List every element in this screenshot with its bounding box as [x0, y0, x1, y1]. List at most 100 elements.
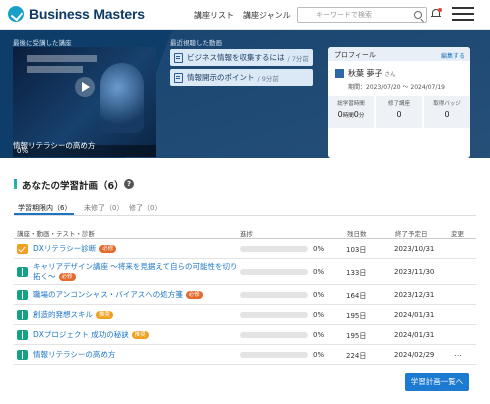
progress-bar: [240, 352, 308, 358]
stat-completed-courses: 修了講座 0: [376, 96, 422, 128]
stat-label: 取得バッジ: [433, 101, 461, 107]
search-input[interactable]: キーワードで検索: [297, 7, 427, 23]
profile-card: プロフィール 編集する 秋葉 夢子 さん 期間：2023/07/20 ～ 2024…: [328, 47, 470, 158]
due-date: 2024/01/31: [394, 311, 435, 319]
book-icon: [17, 330, 28, 340]
profile-period: 期間：2023/07/20 ～ 2024/07/19: [348, 84, 445, 91]
due-date: 2023/12/31: [394, 291, 435, 299]
days-left: 195日: [346, 312, 367, 320]
table-row: キャリアデザイン講座 ～将来を見据えて自らの可能性を切り拓く～ 必修 0% 133日 2…: [14, 259, 476, 285]
column-header-progress: 進捗: [240, 230, 253, 238]
recommended-badge: 推奨: [131, 331, 149, 339]
recent-video-label: ビジネス情報を収集するには: [187, 53, 285, 62]
thumbnail-deco: [27, 66, 83, 73]
checklist-icon: [17, 244, 28, 254]
table-row: 職場のアンコンシャス・バイアスへの処方箋 必修 0% 164日 2023/12/31: [14, 285, 476, 305]
course-title: 職場のアンコンシャス・バイアスへの処方箋: [33, 290, 183, 299]
search-placeholder: キーワードで検索: [316, 11, 372, 19]
required-badge: 必修: [58, 273, 76, 281]
course-link[interactable]: DXプロジェクト 成功の秘訣 推奨: [33, 330, 243, 340]
more-options-icon[interactable]: …: [454, 349, 462, 358]
profile-title: プロフィール: [334, 51, 376, 59]
course-link[interactable]: 創造的発想スキル 推奨: [33, 310, 243, 320]
course-link[interactable]: 情報リテラシーの高め方: [33, 350, 243, 360]
days-left: 133日: [346, 269, 367, 277]
column-header-course: 講座・動画・テスト・診断: [17, 230, 95, 238]
recent-videos-heading: 最近視聴した動画: [170, 39, 222, 47]
play-icon[interactable]: [75, 77, 95, 97]
notification-dot: [438, 8, 442, 12]
book-icon: [17, 310, 28, 320]
stat-value: 0: [444, 110, 450, 119]
progress-percent: 0%: [313, 351, 325, 359]
course-link[interactable]: キャリアデザイン講座 ～将来を見据えて自らの可能性を切り拓く～ 必修: [33, 262, 243, 282]
stat-label: 修了講座: [387, 101, 410, 107]
profile-name-suffix: さん: [384, 72, 396, 78]
recent-video-time: / 9分前: [257, 74, 279, 83]
nav-course-genre[interactable]: 講座ジャンル: [243, 10, 291, 21]
stat-label: 総学習時間: [337, 101, 365, 107]
days-left: 195日: [346, 332, 367, 340]
search-icon[interactable]: [414, 11, 422, 19]
notification-bell-icon[interactable]: [431, 8, 442, 19]
days-left: 224日: [346, 352, 367, 360]
progress-percent: 0%: [313, 311, 325, 319]
logo-text: Business Masters: [29, 6, 145, 22]
days-left: 164日: [346, 292, 367, 300]
due-date: 2023/10/31: [394, 245, 435, 253]
site-header: Business Masters 講座リスト 講座ジャンル キーワードで検索: [0, 0, 490, 30]
tab-incomplete[interactable]: 未修了（0）: [84, 203, 123, 213]
course-link[interactable]: DXリテラシー診断 必修: [33, 244, 243, 254]
required-badge: 必修: [185, 291, 203, 299]
progress-bar: [240, 246, 308, 252]
book-icon: [17, 350, 28, 360]
table-row: 創造的発想スキル 推奨 0% 195日 2024/01/31: [14, 305, 476, 325]
profile-header: プロフィール 編集する: [328, 47, 470, 61]
stat-value: 0時間0分: [337, 110, 365, 119]
table-row: DXリテラシー診断 必修 0% 103日 2023/10/31: [14, 239, 476, 259]
progress-bar: [240, 269, 308, 275]
profile-edit-link[interactable]: 編集する: [441, 51, 465, 60]
due-date: 2023/11/30: [394, 268, 435, 276]
tabs-divider: [14, 215, 476, 216]
tab-completed[interactable]: 修了（0）: [129, 203, 161, 213]
progress-bar: [240, 312, 308, 318]
section-marker: [14, 179, 17, 189]
tab-in-period[interactable]: 学習期限内（6）: [18, 203, 71, 213]
progress-percent: 0%: [313, 268, 325, 276]
course-link[interactable]: 職場のアンコンシャス・バイアスへの処方箋 必修: [33, 290, 243, 300]
help-icon[interactable]: ?: [124, 179, 134, 189]
recent-video-label: 情報開示のポイント: [187, 73, 255, 82]
hero-panel: 最後に受講した講座 0% 情報リテラシーの高め方 最近視聴した動画 ビジネス情報…: [0, 30, 490, 158]
column-header-days-left: 残日数: [347, 230, 367, 238]
recommended-badge: 推奨: [96, 311, 114, 319]
avatar-icon: [335, 69, 344, 78]
hamburger-menu-icon[interactable]: [452, 6, 476, 22]
profile-name: 秋葉 夢子 さん: [348, 68, 396, 79]
table-row: 情報リテラシーの高め方 0% 224日 2024/02/29 …: [14, 345, 476, 365]
course-title: DXプロジェクト 成功の秘訣: [33, 330, 129, 339]
last-course-title[interactable]: 情報リテラシーの高め方: [13, 140, 95, 151]
table-row: DXプロジェクト 成功の秘訣 推奨 0% 195日 2024/01/31: [14, 325, 476, 345]
plan-list-button[interactable]: 学習計画一覧へ: [405, 373, 469, 391]
document-icon: [174, 72, 183, 83]
thumbnail-figure: [100, 63, 144, 133]
days-left: 103日: [346, 246, 367, 254]
due-date: 2024/02/29: [394, 351, 435, 359]
last-viewed-heading: 最後に受講した講座: [13, 39, 72, 47]
recent-video-time: / 7分前: [287, 54, 309, 63]
plan-title: あなたの学習計画（6）: [22, 181, 124, 192]
progress-bar: [240, 332, 308, 338]
recent-video-item[interactable]: 情報開示のポイント / 9分前: [170, 69, 313, 86]
course-title: 創造的発想スキル: [33, 310, 93, 319]
logo[interactable]: Business Masters: [8, 6, 145, 22]
progress-percent: 0%: [313, 331, 325, 339]
nav-course-list[interactable]: 講座リスト: [194, 10, 234, 21]
book-icon: [17, 267, 28, 277]
thumbnail-deco: [27, 55, 97, 62]
document-icon: [174, 52, 183, 63]
course-title: 情報リテラシーの高め方: [33, 350, 116, 359]
progress-bar: [240, 292, 308, 298]
profile-name-text: 秋葉 夢子: [348, 69, 383, 78]
recent-video-item[interactable]: ビジネス情報を収集するには / 7分前: [170, 49, 313, 66]
